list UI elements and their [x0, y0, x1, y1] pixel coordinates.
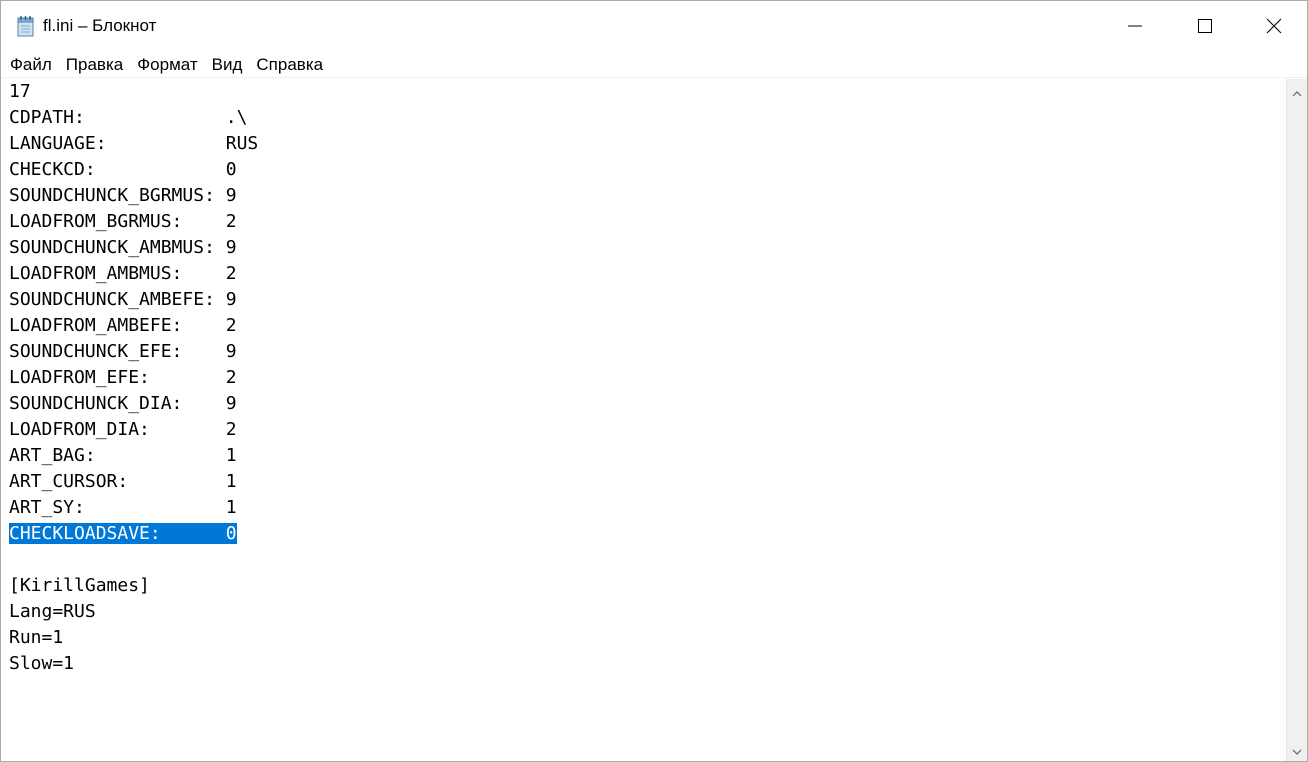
minimize-button[interactable] — [1100, 1, 1170, 51]
text-line-content: [KirillGames] — [9, 575, 150, 596]
text-line-content: ART_SY: 1 — [9, 497, 237, 518]
window-title: fl.ini – Блокнот — [43, 16, 157, 35]
scroll-down-button[interactable] — [1287, 739, 1307, 759]
text-line-content: Lang=RUS — [9, 601, 96, 622]
text-line-content: CHECKCD: 0 — [9, 159, 237, 180]
text-line-content: ART_CURSOR: 1 — [9, 471, 237, 492]
text-line: LANGUAGE: RUS — [9, 131, 258, 157]
menu-file[interactable]: Файл — [3, 51, 59, 78]
text-line-content: CDPATH: .\ — [9, 107, 248, 128]
notepad-icon — [16, 15, 36, 37]
scroll-up-arrow-icon — [1292, 82, 1302, 101]
text-line-content: SOUNDCHUNCK_AMBEFE: 9 — [9, 289, 237, 310]
text-line-content: ART_BAG: 1 — [9, 445, 237, 466]
text-line-content: SOUNDCHUNCK_AMBMUS: 9 — [9, 237, 237, 258]
text-line-content: Run=1 — [9, 627, 64, 648]
text-editor[interactable]: 17 CDPATH: .\ LANGUAGE: RUS CHECKCD: 0 SOUND… — [1, 79, 1285, 761]
text-line-content: Slow=1 — [9, 653, 75, 674]
text-line: CHECKCD: 0 — [9, 157, 258, 183]
minimize-icon — [1127, 18, 1143, 34]
text-line: Slow=1 — [9, 651, 258, 677]
menu-edit[interactable]: Правка — [59, 51, 130, 78]
text-line-content: SOUNDCHUNCK_DIA: 9 — [9, 393, 237, 414]
text-line-content: LANGUAGE: RUS — [9, 133, 259, 154]
menu-view[interactable]: Вид — [205, 51, 250, 78]
text-line — [9, 547, 258, 573]
text-line-content: LOADFROM_AMBMUS: 2 — [9, 263, 237, 284]
text-line-content: SOUNDCHUNCK_BGRMUS: 9 — [9, 185, 237, 206]
scroll-up-button[interactable] — [1287, 81, 1307, 101]
text-line: LOADFROM_DIA: 2 — [9, 417, 258, 443]
text-line: LOADFROM_EFE: 2 — [9, 365, 258, 391]
text-line-content: LOADFROM_AMBEFE: 2 — [9, 315, 237, 336]
close-button[interactable] — [1240, 1, 1307, 51]
text-line: SOUNDCHUNCK_DIA: 9 — [9, 391, 258, 417]
text-line: ART_CURSOR: 1 — [9, 469, 258, 495]
text-line: ART_BAG: 1 — [9, 443, 258, 469]
text-line: LOADFROM_AMBEFE: 2 — [9, 313, 258, 339]
notepad-window: fl.ini – Блокнот Файл Правка Формат Вид … — [0, 0, 1308, 762]
text-line-content: LOADFROM_EFE: 2 — [9, 367, 237, 388]
text-line: 17 — [9, 79, 258, 105]
text-line: SOUNDCHUNCK_AMBEFE: 9 — [9, 287, 258, 313]
text-line: LOADFROM_BGRMUS: 2 — [9, 209, 258, 235]
text-line: [KirillGames] — [9, 573, 258, 599]
text-line-content: 17 — [9, 81, 31, 102]
text-line: SOUNDCHUNCK_AMBMUS: 9 — [9, 235, 258, 261]
text-line: CHECKLOADSAVE: 0 — [9, 521, 258, 547]
vertical-scrollbar[interactable] — [1286, 79, 1307, 761]
text-line: Lang=RUS — [9, 599, 258, 625]
text-line: CDPATH: .\ — [9, 105, 258, 131]
text-line: SOUNDCHUNCK_EFE: 9 — [9, 339, 258, 365]
maximize-button[interactable] — [1170, 1, 1240, 51]
close-icon — [1266, 18, 1282, 34]
maximize-icon — [1197, 18, 1213, 34]
title-bar[interactable]: fl.ini – Блокнот — [1, 1, 1307, 51]
menu-bar: Файл Правка Формат Вид Справка — [1, 51, 1307, 78]
menu-format[interactable]: Формат — [130, 51, 204, 78]
menu-help[interactable]: Справка — [249, 51, 330, 78]
text-line: ART_SY: 1 — [9, 495, 258, 521]
text-line: LOADFROM_AMBMUS: 2 — [9, 261, 258, 287]
text-line: Run=1 — [9, 625, 258, 651]
text-line-content: SOUNDCHUNCK_EFE: 9 — [9, 341, 237, 362]
text-line-content: LOADFROM_BGRMUS: 2 — [9, 211, 237, 232]
scroll-down-arrow-icon — [1292, 740, 1302, 759]
text-line: SOUNDCHUNCK_BGRMUS: 9 — [9, 183, 258, 209]
text-line-content: CHECKLOADSAVE: 0 — [9, 523, 237, 544]
text-line-content: LOADFROM_DIA: 2 — [9, 419, 237, 440]
editor-text: 17 CDPATH: .\ LANGUAGE: RUS CHECKCD: 0 SOUND… — [9, 79, 258, 677]
